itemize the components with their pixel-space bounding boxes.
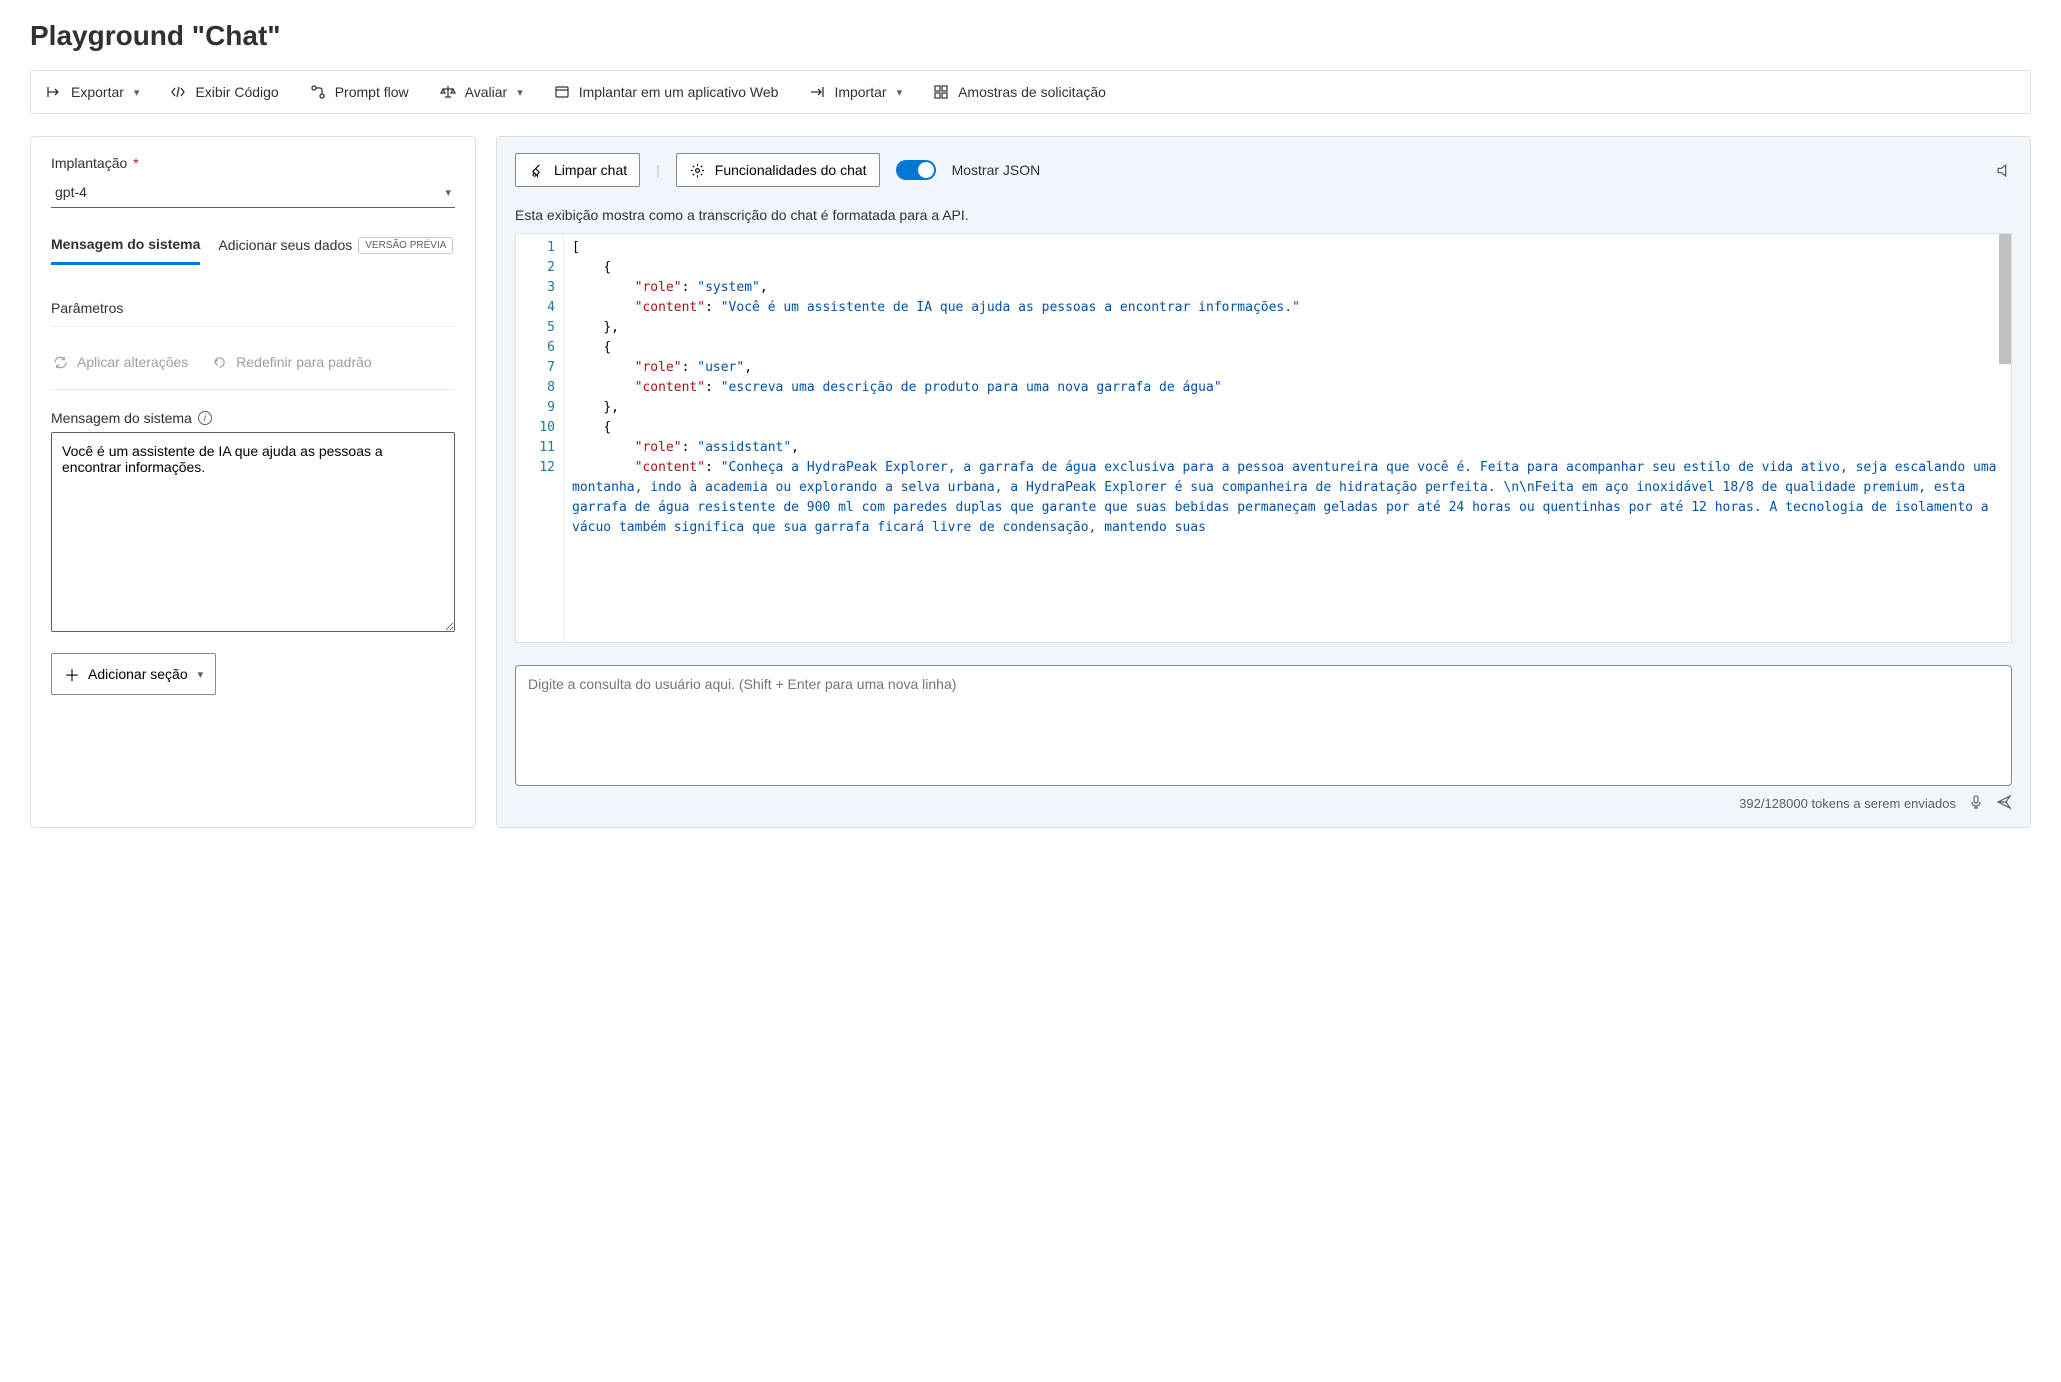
export-label: Exportar	[71, 84, 124, 100]
import-label: Importar	[834, 84, 886, 100]
info-icon[interactable]: i	[198, 411, 212, 425]
divider: |	[656, 162, 660, 178]
config-panel: Implantação* gpt-4 ▾ Mensagem do sistema…	[30, 136, 476, 828]
plus-icon: ＋	[64, 662, 80, 686]
chevron-down-icon: ▾	[517, 86, 523, 99]
samples-button[interactable]: Amostras de solicitação	[932, 81, 1106, 103]
deployment-value: gpt-4	[55, 184, 87, 200]
show-json-label: Mostrar JSON	[952, 162, 1041, 178]
reset-button[interactable]: Redefinir para padrão	[210, 353, 371, 371]
tab-system-message[interactable]: Mensagem do sistema	[51, 236, 200, 265]
import-icon	[808, 83, 826, 101]
undo-icon	[210, 353, 228, 371]
deploy-button[interactable]: Implantar em um aplicativo Web	[553, 81, 779, 103]
main-toolbar: Exportar ▾ Exibir Código Prompt flow Ava…	[30, 70, 2031, 114]
prompt-flow-button[interactable]: Prompt flow	[309, 81, 409, 103]
deployment-select[interactable]: gpt-4 ▾	[51, 177, 455, 208]
chevron-down-icon: ▾	[198, 668, 204, 681]
system-message-label: Mensagem do sistema i	[51, 410, 455, 426]
tab-parameters[interactable]: Parâmetros	[51, 300, 123, 326]
chat-panel: Limpar chat | Funcionalidades do chat Mo…	[496, 136, 2031, 828]
broom-icon	[528, 161, 546, 179]
view-code-label: Exibir Código	[195, 84, 278, 100]
apply-changes-button[interactable]: Aplicar alterações	[51, 353, 188, 371]
flow-icon	[309, 83, 327, 101]
add-section-button[interactable]: ＋ Adicionar seção ▾	[51, 653, 216, 695]
token-count: 392/128000 tokens a serem enviados	[1739, 796, 1956, 811]
required-asterisk: *	[133, 155, 138, 171]
json-view-description: Esta exibição mostra como a transcrição …	[497, 203, 2030, 233]
prompt-flow-label: Prompt flow	[335, 84, 409, 100]
show-json-toggle[interactable]	[896, 160, 936, 180]
chevron-down-icon: ▾	[134, 86, 140, 99]
user-input-area[interactable]	[515, 665, 2012, 786]
chat-features-button[interactable]: Funcionalidades do chat	[676, 153, 880, 187]
evaluate-button[interactable]: Avaliar ▾	[439, 81, 523, 103]
web-app-icon	[553, 83, 571, 101]
export-button[interactable]: Exportar ▾	[45, 81, 139, 103]
code-icon	[169, 83, 187, 101]
clear-chat-button[interactable]: Limpar chat	[515, 153, 640, 187]
gear-icon	[689, 161, 707, 179]
microphone-icon[interactable]	[1968, 794, 1984, 813]
view-code-button[interactable]: Exibir Código	[169, 81, 278, 103]
code-content[interactable]: [ { "role": "system", "content": "Você é…	[564, 234, 2011, 642]
import-button[interactable]: Importar ▾	[808, 81, 902, 103]
json-code-viewer: 123456789101112 [ { "role": "system", "c…	[515, 233, 2012, 643]
preview-badge: VERSÃO PRÉVIA	[358, 237, 453, 254]
grid-icon	[932, 83, 950, 101]
line-gutter: 123456789101112	[516, 234, 564, 642]
tab-add-data[interactable]: Adicionar seus dados	[218, 237, 352, 253]
export-icon	[45, 83, 63, 101]
evaluate-label: Avaliar	[465, 84, 508, 100]
user-input-textarea[interactable]	[528, 676, 1999, 772]
scales-icon	[439, 83, 457, 101]
sync-icon	[51, 353, 69, 371]
page-title: Playground "Chat"	[30, 20, 2031, 52]
system-message-textarea[interactable]: Você é um assistente de IA que ajuda as …	[51, 432, 455, 632]
speaker-icon[interactable]	[1994, 161, 2012, 179]
config-tabs: Mensagem do sistema Adicionar seus dados…	[51, 236, 455, 327]
scrollbar[interactable]	[1999, 234, 2011, 364]
samples-label: Amostras de solicitação	[958, 84, 1106, 100]
chevron-down-icon: ▾	[897, 86, 903, 99]
deployment-label: Implantação*	[51, 155, 455, 171]
send-icon[interactable]	[1996, 794, 2012, 813]
deploy-label: Implantar em um aplicativo Web	[579, 84, 779, 100]
chevron-down-icon: ▾	[445, 186, 451, 199]
